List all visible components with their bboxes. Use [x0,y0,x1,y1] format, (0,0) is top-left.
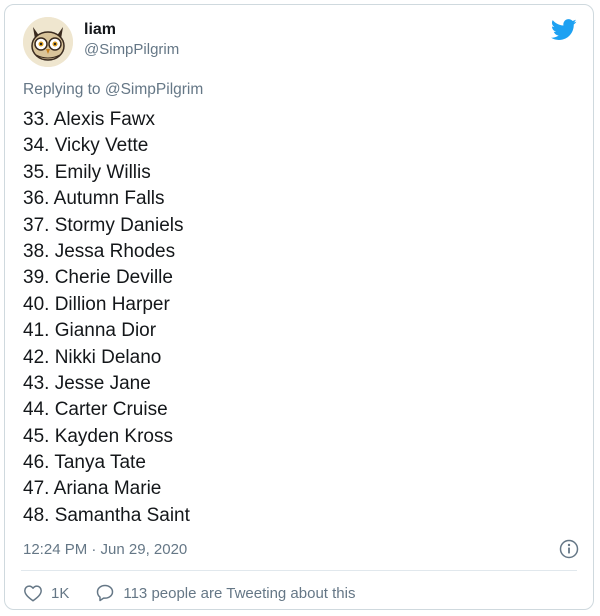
twitter-bird-icon[interactable] [550,19,577,41]
list-item: 38. Jessa Rhodes [23,240,176,262]
tweet-header: liam @SimpPilgrim [23,17,179,67]
list-item: 34. Vicky Vette [23,135,149,157]
list-item: 43. Jesse Jane [23,372,151,394]
info-icon[interactable] [559,539,579,559]
timestamp-row: 12:24 PM · Jun 29, 2020 [23,539,579,559]
conversation-text: 113 people are Tweeting about this [123,584,356,602]
tweet-text: 33. Alexis Fawx 34. Vicky Vette 35. Emil… [23,107,190,529]
like-button[interactable]: 1K [23,584,69,602]
author-display-name[interactable]: liam [84,20,179,40]
tweet-actions: 1K 113 people are Tweeting about this [23,583,355,603]
list-item: 39. Cherie Deville [23,267,173,289]
list-item: 33. Alexis Fawx [23,109,155,130]
list-item: 46. Tanya Tate [23,452,146,474]
list-item: 37. Stormy Daniels [23,214,184,236]
author-handle[interactable]: @SimpPilgrim [84,40,179,60]
tweet-timestamp[interactable]: 12:24 PM · Jun 29, 2020 [23,541,187,558]
divider [21,570,577,571]
list-item: 40. Dillion Harper [23,293,170,315]
list-item: 44. Carter Cruise [23,399,168,421]
reply-mention-link[interactable]: @SimpPilgrim [105,81,203,98]
list-item: 47. Ariana Marie [23,478,162,500]
reply-context: Replying to @SimpPilgrim [23,81,203,99]
list-item: 48. Samantha Saint [23,504,190,526]
list-item: 45. Kayden Kross [23,425,173,447]
owl-avatar-icon[interactable] [23,17,73,67]
author-names: liam @SimpPilgrim [84,20,179,60]
list-item: 35. Emily Willis [23,161,151,183]
list-item: 42. Nikki Delano [23,346,162,368]
like-count: 1K [51,584,70,602]
conversation-link[interactable]: 113 people are Tweeting about this [95,583,355,603]
heart-icon [24,585,42,602]
list-item: 36. Autumn Falls [23,188,165,210]
list-item: 41. Gianna Dior [23,320,157,342]
comment-icon [97,584,114,602]
tweet-card[interactable]: liam @SimpPilgrim Replying to @SimpPilgr… [4,4,594,610]
reply-prefix: Replying to [23,81,101,98]
